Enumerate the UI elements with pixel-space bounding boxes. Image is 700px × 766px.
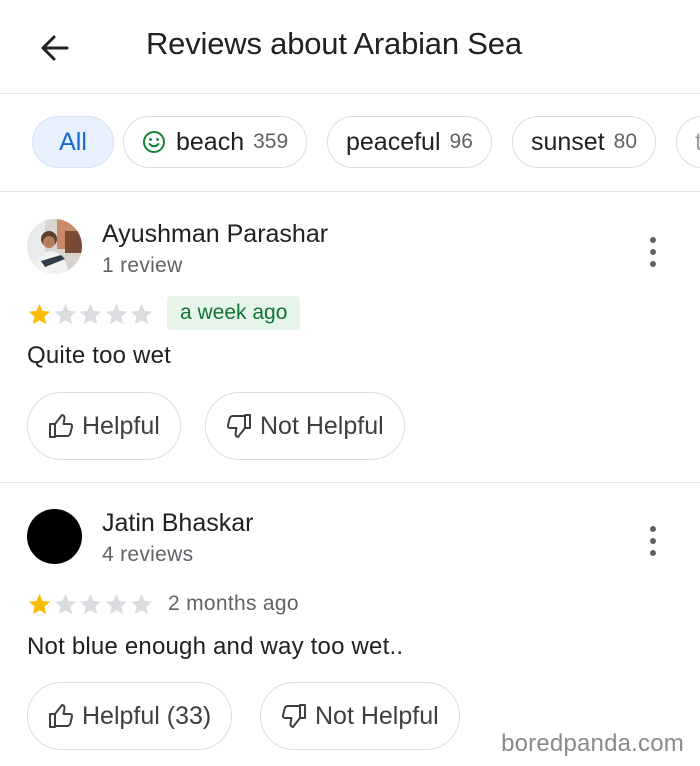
review-card: Ayushman Parashar 1 review a week ago Qu… xyxy=(0,192,700,482)
chip-peaceful[interactable]: peaceful 96 xyxy=(327,116,492,168)
review-card: Jatin Bhaskar 4 reviews 2 months ago Not… xyxy=(0,483,700,766)
arrow-back-icon xyxy=(41,35,69,61)
not-helpful-label: Not Helpful xyxy=(315,701,439,730)
star-empty-icon xyxy=(79,593,102,615)
smiley-icon xyxy=(143,131,165,153)
not-helpful-label: Not Helpful xyxy=(260,411,384,440)
thumb-down-icon xyxy=(281,704,306,728)
star-filled-icon xyxy=(28,303,51,325)
thumb-down-icon xyxy=(226,414,251,438)
star-empty-icon xyxy=(79,303,102,325)
chip-sunset[interactable]: sunset 80 xyxy=(512,116,657,168)
review-time-badge: a week ago xyxy=(167,296,301,330)
not-helpful-button[interactable]: Not Helpful xyxy=(260,682,460,750)
helpful-button[interactable]: Helpful xyxy=(27,392,181,460)
star-filled-icon xyxy=(28,593,51,615)
reviewer-name[interactable]: Jatin Bhaskar xyxy=(102,509,253,538)
chip-count: 359 xyxy=(253,130,289,153)
review-time: 2 months ago xyxy=(168,592,299,615)
avatar[interactable] xyxy=(27,219,82,274)
reviewer-name[interactable]: Ayushman Parashar xyxy=(102,220,328,249)
helpful-label: Helpful xyxy=(82,411,160,440)
page-title: Reviews about Arabian Sea xyxy=(146,26,522,61)
chip-label: beach xyxy=(176,127,245,156)
reviewer-review-count: 1 review xyxy=(102,254,183,277)
star-empty-icon xyxy=(130,303,153,325)
helpful-button[interactable]: Helpful (33) xyxy=(27,682,233,750)
star-rating xyxy=(27,592,155,617)
watermark: boredpanda.com xyxy=(501,730,684,757)
chip-label: peaceful xyxy=(346,127,441,156)
more-vert-icon xyxy=(650,237,656,267)
helpful-label: Helpful (33) xyxy=(82,701,212,730)
chip-beach[interactable]: beach 359 xyxy=(123,116,308,168)
chip-count: 80 xyxy=(613,130,638,153)
star-empty-icon xyxy=(130,593,153,615)
avatar[interactable] xyxy=(27,509,82,564)
thumb-up-icon xyxy=(49,704,74,728)
chip-count: 96 xyxy=(449,130,473,153)
back-button[interactable] xyxy=(36,28,76,68)
star-empty-icon xyxy=(105,593,127,615)
reviewer-review-count: 4 reviews xyxy=(102,543,194,566)
star-empty-icon xyxy=(105,303,127,325)
not-helpful-button[interactable]: Not Helpful xyxy=(205,392,405,460)
chip-label: All xyxy=(59,127,87,156)
chip-partial[interactable]: t xyxy=(676,116,700,168)
review-text: Not blue enough and way too wet.. xyxy=(27,633,404,660)
profile-photo xyxy=(27,219,82,274)
more-options-button[interactable] xyxy=(640,232,666,272)
chip-label: t xyxy=(695,128,700,157)
review-text: Quite too wet xyxy=(27,342,172,369)
star-empty-icon xyxy=(54,593,76,615)
more-options-button[interactable] xyxy=(640,521,666,561)
star-rating xyxy=(27,302,155,327)
more-vert-icon xyxy=(650,526,656,556)
topic-filter-bar[interactable]: All beach 359 peaceful 96 sunset 80 t xyxy=(0,94,700,192)
star-empty-icon xyxy=(54,303,76,325)
chip-label: sunset xyxy=(531,127,605,156)
chip-all[interactable]: All xyxy=(32,116,114,168)
thumb-up-icon xyxy=(49,414,74,438)
top-app-bar: Reviews about Arabian Sea xyxy=(0,0,700,94)
